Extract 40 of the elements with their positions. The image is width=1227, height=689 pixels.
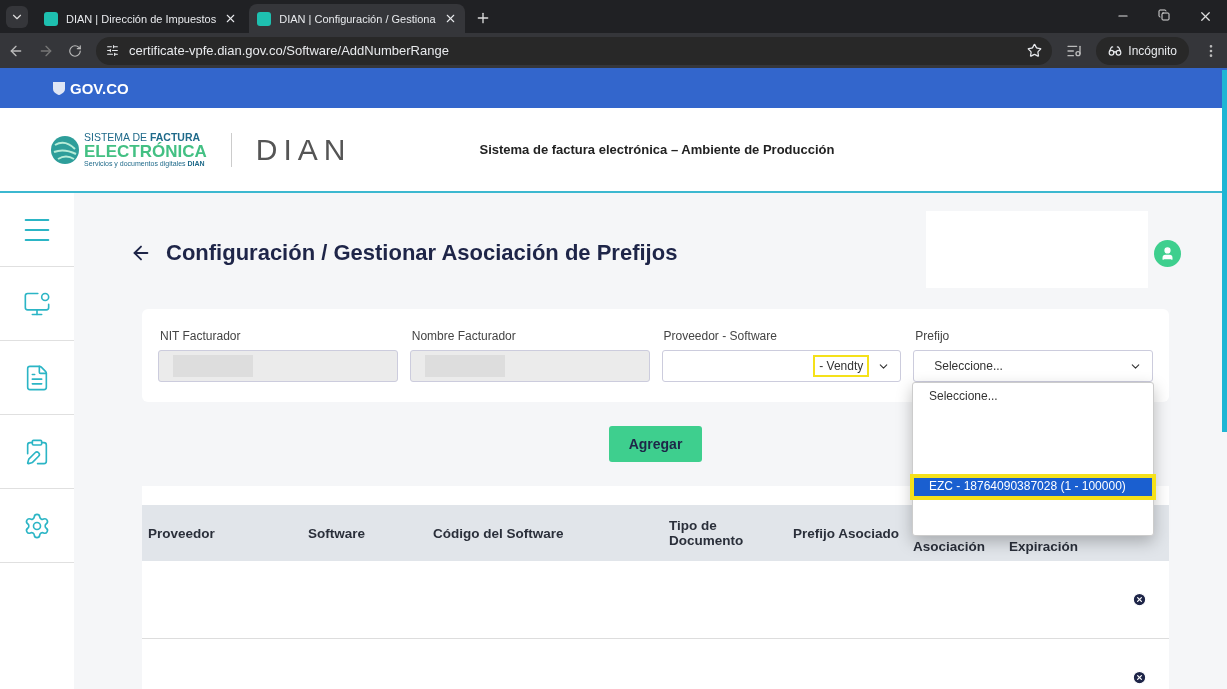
brand-logo: DIAN xyxy=(255,132,352,167)
settings-icon xyxy=(23,511,51,540)
select-field[interactable]: - Vendty xyxy=(661,350,902,382)
browser-tab[interactable]: DIAN | Dirección de Impuestos xyxy=(36,4,246,33)
favicon-icon xyxy=(44,11,58,26)
column-header: Asociación xyxy=(913,539,987,554)
address-bar[interactable]: certificate-vpfe.dian.gov.co/Software/AddNumberRange xyxy=(96,36,1053,65)
column-header: Software xyxy=(308,525,366,541)
column-header: Expiración xyxy=(1009,539,1080,554)
column-header: Prefijo Asociado xyxy=(793,525,901,541)
field-label: Proveedor - Software xyxy=(663,329,778,343)
add-button[interactable]: Agregar xyxy=(608,426,703,462)
incognito-badge[interactable]: Incógnito xyxy=(1096,36,1189,65)
favicon-icon xyxy=(257,11,272,26)
close-icon[interactable] xyxy=(1198,9,1213,24)
logo-text: SISTEMA DE FACTURA xyxy=(84,132,201,143)
gov-logo[interactable]: GOV.CO xyxy=(70,79,129,97)
site-info-icon[interactable] xyxy=(106,44,119,57)
header-subtitle: Sistema de factura electrónica – Ambiente de Producción xyxy=(479,142,835,157)
globe-icon xyxy=(50,134,80,165)
restore-icon[interactable] xyxy=(1158,9,1170,21)
incognito-icon xyxy=(1108,43,1123,58)
column-header: Proveedor xyxy=(148,525,216,541)
logo-text: ELECTRÓNICA xyxy=(84,142,207,160)
delete-icon[interactable] xyxy=(1132,592,1147,607)
dropdown-option[interactable]: EZC - 18764090387028 (1 - 100000) xyxy=(913,477,1153,497)
page-title: Configuración / Gestionar Asociación de Prefijos xyxy=(166,240,678,266)
tab-list-button[interactable] xyxy=(6,6,28,28)
field-label: Nombre Facturador xyxy=(411,329,517,343)
shield-icon xyxy=(52,80,66,96)
column-header: Tipo de Documento xyxy=(669,518,745,548)
field-label: NIT Facturador xyxy=(160,329,242,343)
bookmark-icon[interactable] xyxy=(1027,43,1043,58)
select-field[interactable]: Seleccione... xyxy=(913,350,1153,382)
browser-tab[interactable]: DIAN | Configuración / Gestiona xyxy=(249,4,465,33)
reload-icon[interactable] xyxy=(68,43,82,58)
delete-icon[interactable] xyxy=(1132,670,1147,685)
dropdown-option[interactable]: Seleccione... xyxy=(913,387,1153,407)
column-header: Código del Software xyxy=(433,525,565,541)
field-label: Prefijo xyxy=(915,329,951,343)
